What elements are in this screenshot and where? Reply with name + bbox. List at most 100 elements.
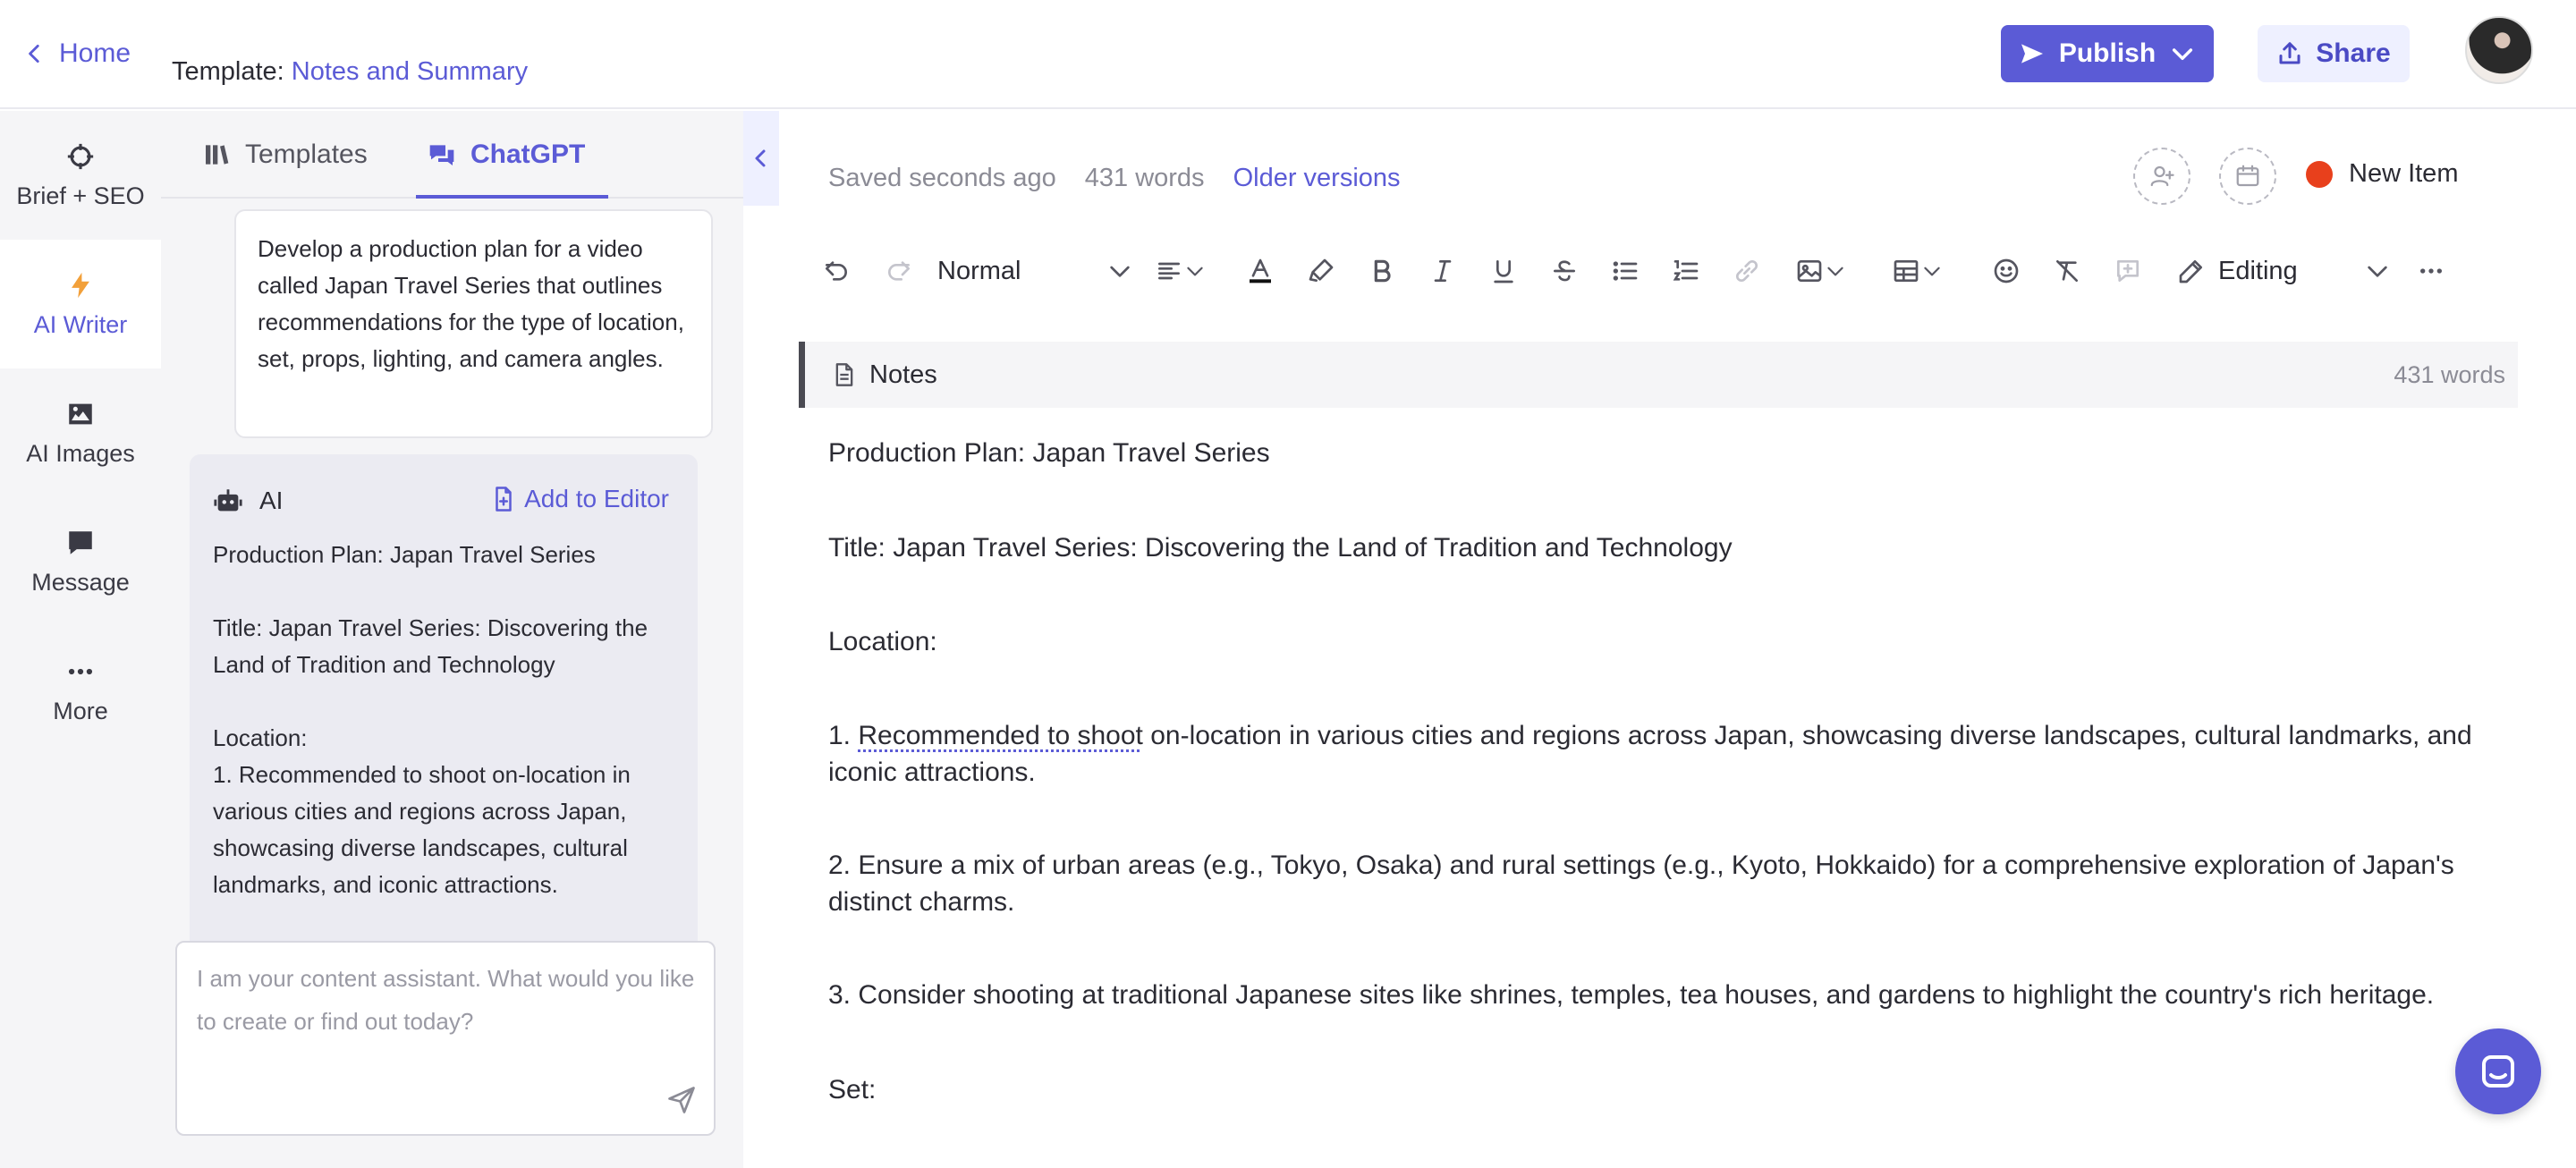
clear-format-button[interactable] xyxy=(2045,243,2089,299)
send-message-icon[interactable] xyxy=(665,1084,698,1116)
template-prefix: Template: xyxy=(172,57,284,86)
insert-table-select[interactable] xyxy=(1882,243,1953,299)
more-horizontal-icon xyxy=(2420,268,2442,274)
nav-label: AI Writer xyxy=(33,310,128,338)
editing-mode-label: Editing xyxy=(2218,256,2298,285)
align-select[interactable] xyxy=(1145,243,1216,299)
add-comment-button[interactable] xyxy=(2106,243,2150,299)
spelling-suggestion[interactable]: Recommended to shoot xyxy=(858,721,1143,750)
document-icon xyxy=(835,363,853,386)
text-color-button[interactable] xyxy=(1238,243,1283,299)
tab-label: ChatGPT xyxy=(470,140,586,169)
numbered-list-button[interactable] xyxy=(1664,243,1708,299)
pencil-icon xyxy=(2179,260,2202,284)
user-prompt-card: Develop a production plan for a video ca… xyxy=(234,209,713,438)
word-count: 431 words xyxy=(1084,163,1205,192)
link-icon xyxy=(1735,259,1758,283)
nav-item-more[interactable]: More xyxy=(0,626,161,755)
user-avatar[interactable] xyxy=(2465,16,2533,84)
calendar-icon xyxy=(2236,165,2259,187)
add-comment-icon xyxy=(2117,260,2139,282)
add-to-editor-label: Add to Editor xyxy=(524,485,669,512)
collapse-panel-button[interactable] xyxy=(743,111,779,206)
saved-status: Saved seconds ago xyxy=(828,163,1056,192)
strikethrough-icon xyxy=(1554,260,1575,282)
redo-button[interactable] xyxy=(877,243,921,299)
chevron-down-icon xyxy=(2173,48,2193,61)
tab-chatgpt[interactable]: ChatGPT xyxy=(428,111,585,199)
add-to-editor-button[interactable]: Add to Editor xyxy=(490,485,669,513)
notes-title: Notes xyxy=(832,342,937,408)
tab-templates[interactable]: Templates xyxy=(202,111,368,199)
ai-line xyxy=(213,573,660,610)
nav-item-ai-writer[interactable]: AI Writer xyxy=(0,240,161,368)
home-link[interactable]: Home xyxy=(23,34,131,73)
upload-icon xyxy=(2279,42,2301,64)
link-button[interactable] xyxy=(1724,243,1769,299)
strikethrough-button[interactable] xyxy=(1542,243,1587,299)
ai-line: Location: xyxy=(213,724,308,751)
italic-icon xyxy=(1434,260,1452,282)
books-icon xyxy=(206,145,229,165)
nav-rail: Brief + SEO AI Writer AI Images Message … xyxy=(0,111,161,1168)
ai-line xyxy=(213,683,660,720)
nav-item-message[interactable]: Message xyxy=(0,497,161,626)
chevron-down-icon xyxy=(1924,267,1940,276)
chat-input[interactable] xyxy=(197,957,698,1073)
clear-format-icon xyxy=(2056,260,2078,282)
document-add-icon xyxy=(496,487,512,512)
bullet-list-icon xyxy=(1613,261,1638,281)
editor-meta-row: Saved seconds ago 431 words Older versio… xyxy=(828,157,1401,199)
prompt-text: Develop a production plan for a video ca… xyxy=(258,235,684,372)
doc-paragraph: Production Plan: Japan Travel Series xyxy=(828,438,1270,468)
tab-label: Templates xyxy=(245,140,368,169)
ai-response-header: AI Add to Editor xyxy=(213,474,678,528)
nav-label: AI Images xyxy=(26,439,135,467)
home-label: Home xyxy=(59,38,131,68)
ai-line: 1. Recommended to shoot on-location in v… xyxy=(213,761,631,898)
chevron-down-icon xyxy=(2368,266,2387,277)
support-chat-button[interactable] xyxy=(2455,1028,2541,1114)
publish-button[interactable]: Publish xyxy=(2001,25,2214,82)
align-left-icon xyxy=(1158,262,1180,280)
image-icon xyxy=(69,403,92,424)
bullet-list-button[interactable] xyxy=(1603,243,1648,299)
schedule-button[interactable] xyxy=(2219,148,2276,205)
undo-button[interactable] xyxy=(814,243,859,299)
more-icon xyxy=(68,668,93,674)
more-options-button[interactable] xyxy=(2411,243,2451,299)
insert-image-select[interactable] xyxy=(1785,243,1857,299)
bold-button[interactable] xyxy=(1360,243,1404,299)
older-versions-link[interactable]: Older versions xyxy=(1233,164,1401,193)
doc-paragraph: Location: xyxy=(828,627,937,656)
emoji-button[interactable] xyxy=(1984,243,2029,299)
underline-button[interactable] xyxy=(1481,243,1526,299)
status-selector[interactable]: New Item xyxy=(2306,159,2458,189)
ai-line: Production Plan: Japan Travel Series xyxy=(213,541,596,568)
nav-item-brief-seo[interactable]: Brief + SEO xyxy=(0,111,161,240)
notes-word-count: 431 words xyxy=(2394,360,2505,388)
top-bar: Home Template: Notes and Summary Publish… xyxy=(0,0,2576,109)
numbered-list-icon xyxy=(1673,260,1699,281)
nav-label: Message xyxy=(31,568,130,596)
editing-mode-select[interactable]: Editing xyxy=(2177,243,2392,299)
editing-mode: Editing xyxy=(2177,257,2298,286)
nav-label: Brief + SEO xyxy=(16,182,145,209)
active-tab-indicator xyxy=(416,195,608,199)
template-info: Template: Notes and Summary xyxy=(172,57,528,87)
nav-item-ai-images[interactable]: AI Images xyxy=(0,368,161,497)
image-icon xyxy=(1797,260,1822,282)
ai-response-text: Production Plan: Japan Travel Series Tit… xyxy=(213,537,660,903)
template-name[interactable]: Notes and Summary xyxy=(292,57,528,86)
paragraph-style-select[interactable]: Normal xyxy=(937,243,1134,299)
highlight-button[interactable] xyxy=(1299,243,1343,299)
send-icon xyxy=(2021,44,2043,63)
doc-paragraph: Set: xyxy=(828,1075,877,1105)
message-icon xyxy=(69,530,92,554)
assign-user-button[interactable] xyxy=(2133,148,2190,205)
doc-paragraph: 1. Recommended to shoot on-location in v… xyxy=(828,717,2492,791)
emoji-icon xyxy=(1994,258,2019,284)
status-dot xyxy=(2306,160,2333,188)
share-button[interactable]: Share xyxy=(2258,25,2410,82)
italic-button[interactable] xyxy=(1420,243,1465,299)
